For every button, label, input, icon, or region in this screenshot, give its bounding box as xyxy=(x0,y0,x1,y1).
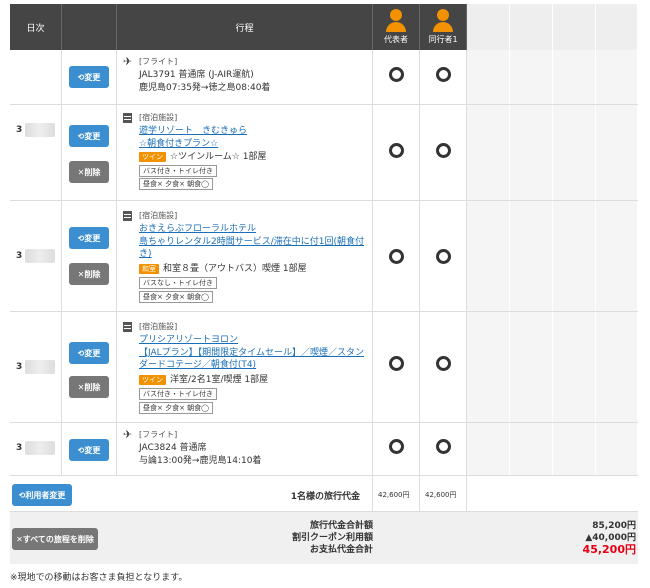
companion-radio[interactable] xyxy=(436,67,451,82)
summary-row: ✕ すべての旅程を削除 旅行代金合計額 割引クーポン利用額 お支払代金合計 85… xyxy=(10,512,638,564)
companion-radio[interactable] xyxy=(436,249,451,264)
delete-button[interactable]: ✕ 削除 xyxy=(69,161,109,183)
redacted-date xyxy=(25,123,55,137)
hotel-link[interactable]: 遊学リゾート きむきゅら xyxy=(139,125,247,137)
per-person-row: ⟲ 利用者変更 1名様の旅行代金 42,600円 42,600円 xyxy=(10,476,638,512)
building-icon xyxy=(123,211,132,221)
delete-button[interactable]: ✕ 削除 xyxy=(69,263,109,285)
delete-button[interactable]: ✕ 削除 xyxy=(69,376,109,398)
itinerary-header: 行程 xyxy=(117,4,373,50)
table-row: 3 ⟲ 変更 ✕ 削除 [宿泊施設] おきえらぶフローラルホテル 島ちゃりレンタ… xyxy=(10,201,638,312)
change-button[interactable]: ⟲ 変更 xyxy=(69,125,109,147)
date-header: 日次 xyxy=(10,4,62,50)
person-icon xyxy=(437,9,449,21)
redacted-date xyxy=(25,360,55,374)
plane-icon: ✈ xyxy=(123,428,133,441)
rep-radio[interactable] xyxy=(389,249,404,264)
plan-link[interactable]: 【JALプラン】【期間限定タイムセール】／喫煙／スタンダードコテージ／朝食付(T… xyxy=(139,347,371,371)
change-button[interactable]: ⟲ 変更 xyxy=(69,342,109,364)
plan-link[interactable]: 島ちゃりレンタル2時間サービス/滞在中に付1回(朝食付き) xyxy=(139,236,371,260)
change-button[interactable]: ⟲ 変更 xyxy=(69,66,109,88)
hotel-link[interactable]: おきえらぶフローラルホテル xyxy=(139,223,256,235)
table-row: 3 ⟲ 変更 ✕ 削除 [宿泊施設] プリシアリゾートヨロン 【JALプラン】【… xyxy=(10,312,638,423)
rep-radio[interactable] xyxy=(389,439,404,454)
hotel-link[interactable]: プリシアリゾートヨロン xyxy=(139,334,238,346)
companion-header: 同行者1 xyxy=(420,4,467,50)
table-row: 3 ⟲ 変更 ✕ 削除 [宿泊施設] 遊学リゾート きむきゅら ☆朝食付きプラン… xyxy=(10,105,638,201)
change-button[interactable]: ⟲ 変更 xyxy=(69,439,109,461)
rep-header: 代表者 xyxy=(373,4,420,50)
redacted-date xyxy=(25,441,55,455)
footer-note: ※現地での移動はお客さま負担となります。 xyxy=(10,573,188,583)
companion-radio[interactable] xyxy=(436,143,451,158)
plan-link[interactable]: ☆朝食付きプラン☆ xyxy=(139,138,218,150)
companion-radio[interactable] xyxy=(436,356,451,371)
change-button[interactable]: ⟲ 変更 xyxy=(69,227,109,249)
building-icon xyxy=(123,322,132,332)
rep-radio[interactable] xyxy=(389,356,404,371)
rep-radio[interactable] xyxy=(389,67,404,82)
building-icon xyxy=(123,113,132,123)
companion-radio[interactable] xyxy=(436,439,451,454)
delete-all-button[interactable]: ✕ すべての旅程を削除 xyxy=(12,528,98,550)
plane-icon: ✈ xyxy=(123,55,133,68)
table-header: 日次 行程 代表者 同行者1 xyxy=(10,4,638,50)
table-row: 3 ⟲ 変更 ✈ [フライト] JAC3824 普通席 与論13:00発→鹿児島… xyxy=(10,423,638,476)
person-icon xyxy=(390,9,402,21)
change-user-button[interactable]: ⟲ 利用者変更 xyxy=(12,484,72,506)
redacted-date xyxy=(25,249,55,263)
rep-radio[interactable] xyxy=(389,143,404,158)
table-row: ⟲ 変更 ✈ [フライト] JAL3791 普通席 (J-AIR運航) 鹿児島0… xyxy=(10,50,638,105)
